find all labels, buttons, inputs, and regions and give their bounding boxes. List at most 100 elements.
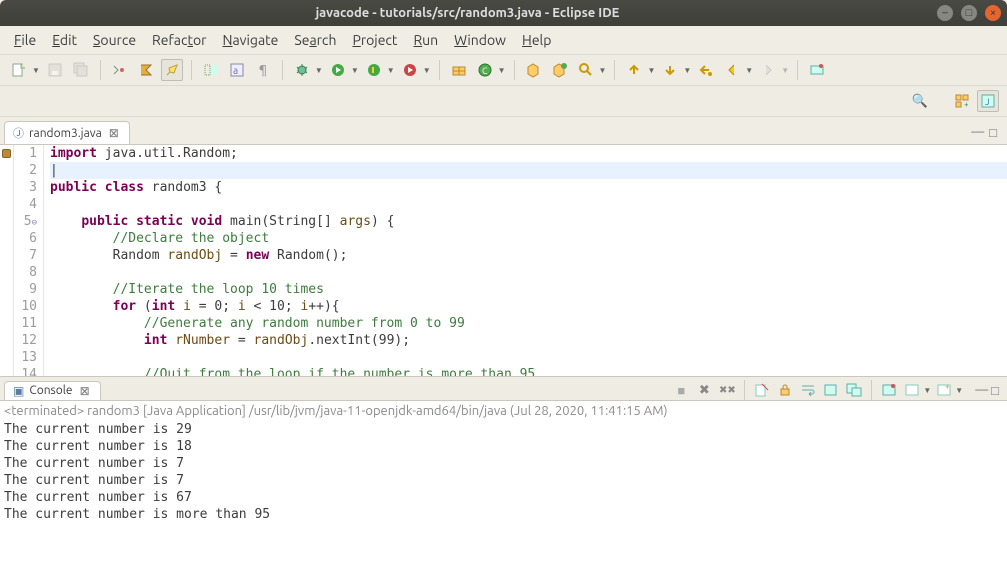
java-perspective-button[interactable]: J: [977, 90, 999, 112]
separator-icon: [514, 60, 515, 80]
open-console-button[interactable]: [879, 380, 899, 400]
open-task-button[interactable]: [549, 59, 571, 81]
search-access-button[interactable]: 🔍: [909, 90, 931, 112]
open-type-button[interactable]: [523, 59, 545, 81]
search-icon: 🔍: [912, 94, 928, 109]
console-line: The current number is 18: [4, 438, 1003, 455]
code-line[interactable]: |: [50, 162, 1007, 179]
toggle-highlight-button[interactable]: [161, 59, 183, 81]
code-line[interactable]: //Generate any random number from 0 to 9…: [50, 315, 1007, 332]
dropdown-icon[interactable]: ▼: [647, 66, 655, 75]
code-line[interactable]: //Iterate the loop 10 times: [50, 281, 1007, 298]
minimize-view-button[interactable]: —: [975, 383, 988, 397]
clear-console-button[interactable]: [752, 380, 772, 400]
open-perspective-button[interactable]: +: [951, 90, 973, 112]
save-all-button[interactable]: [70, 59, 92, 81]
menu-help[interactable]: Help: [516, 30, 557, 50]
editor-tab[interactable]: Ⓙ random3.java ⊠: [4, 121, 130, 144]
dropdown-icon[interactable]: ▼: [498, 66, 506, 75]
next-annotation-button[interactable]: [659, 59, 681, 81]
remove-all-button[interactable]: ✖✖: [717, 380, 737, 400]
dropdown-icon[interactable]: ▼: [351, 66, 359, 75]
prev-annotation-button[interactable]: [623, 59, 645, 81]
last-edit-button[interactable]: [695, 59, 717, 81]
close-tab-button[interactable]: ⊠: [107, 126, 121, 140]
run-last-button[interactable]: [399, 59, 421, 81]
back-button[interactable]: [721, 59, 743, 81]
debug-button[interactable]: [291, 59, 313, 81]
remove-launch-button[interactable]: ✖: [694, 380, 714, 400]
show-whitespace-button[interactable]: a: [226, 59, 248, 81]
dropdown-icon[interactable]: ▼: [32, 66, 40, 75]
run-button[interactable]: [327, 59, 349, 81]
code-line[interactable]: //Declare the object: [50, 230, 1007, 247]
code-line[interactable]: Random randObj = new Random();: [50, 247, 1007, 264]
menu-search[interactable]: Search: [288, 30, 342, 50]
code-editor[interactable]: 12345⊖67891011121314 import java.util.Ra…: [0, 145, 1007, 377]
menu-window[interactable]: Window: [448, 30, 512, 50]
dropdown-icon[interactable]: ▼: [599, 66, 607, 75]
close-tab-button[interactable]: ⊠: [78, 384, 92, 398]
maximize-view-button[interactable]: □: [989, 125, 997, 140]
svg-text:J: J: [985, 97, 989, 107]
menu-file[interactable]: File: [8, 30, 42, 50]
terminate-button[interactable]: ■: [671, 380, 691, 400]
show-console-button[interactable]: [844, 380, 864, 400]
code-line[interactable]: import java.util.Random;: [50, 145, 1007, 162]
window-maximize-button[interactable]: □: [961, 5, 977, 21]
code-line[interactable]: [50, 196, 1007, 213]
dropdown-icon[interactable]: ▼: [745, 66, 753, 75]
coverage-button[interactable]: [363, 59, 385, 81]
maximize-view-button[interactable]: □: [991, 383, 999, 398]
save-button[interactable]: [44, 59, 66, 81]
pin-console-button[interactable]: [821, 380, 841, 400]
menu-run[interactable]: Run: [407, 30, 444, 50]
editor-tabstrip: Ⓙ random3.java ⊠ — □: [0, 117, 1007, 145]
pilcrow-button[interactable]: ¶: [252, 59, 274, 81]
dropdown-icon[interactable]: ▼: [387, 66, 395, 75]
dropdown-icon[interactable]: ▼: [955, 386, 963, 395]
console-tabstrip: ▣ Console ⊠ ■ ✖ ✖✖ ▼ + ▼ — □: [0, 377, 1007, 401]
word-wrap-button[interactable]: [798, 380, 818, 400]
code-line[interactable]: public static void main(String[] args) {: [50, 213, 1007, 230]
console-output[interactable]: <terminated> random3 [Java Application] …: [0, 401, 1007, 579]
line-number-gutter: 12345⊖67891011121314: [14, 145, 44, 376]
new-button[interactable]: [8, 59, 30, 81]
code-line[interactable]: int rNumber = randObj.nextInt(99);: [50, 332, 1007, 349]
block-select-button[interactable]: [200, 59, 222, 81]
toggle-mark-button[interactable]: [135, 59, 157, 81]
search-button[interactable]: [575, 59, 597, 81]
window-close-button[interactable]: ×: [985, 5, 1001, 21]
code-line[interactable]: public class random3 {: [50, 179, 1007, 196]
minimize-view-button[interactable]: —: [971, 125, 984, 140]
scroll-lock-button[interactable]: [775, 380, 795, 400]
dropdown-icon[interactable]: ▼: [315, 66, 323, 75]
new-console-button[interactable]: +: [934, 380, 954, 400]
console-tab[interactable]: ▣ Console ⊠: [4, 381, 101, 400]
dropdown-icon[interactable]: ▼: [923, 386, 931, 395]
code-area[interactable]: import java.util.Random;|public class ra…: [44, 145, 1007, 376]
toggle-breadcrumb-button[interactable]: [109, 59, 131, 81]
new-package-button[interactable]: [448, 59, 470, 81]
forward-button[interactable]: [757, 59, 779, 81]
dropdown-icon[interactable]: ▼: [683, 66, 691, 75]
pin-editor-button[interactable]: [806, 59, 828, 81]
code-line[interactable]: [50, 349, 1007, 366]
editor-tab-label: random3.java: [29, 127, 102, 140]
menu-project[interactable]: Project: [346, 30, 403, 50]
menu-edit[interactable]: Edit: [46, 30, 83, 50]
svg-text:+: +: [945, 382, 950, 391]
display-console-button[interactable]: [902, 380, 922, 400]
menu-refactor[interactable]: Refactor: [146, 30, 212, 50]
dropdown-icon[interactable]: ▼: [423, 66, 431, 75]
new-class-button[interactable]: C: [474, 59, 496, 81]
dropdown-icon[interactable]: ▼: [781, 66, 789, 75]
menu-source[interactable]: Source: [87, 30, 142, 50]
window-minimize-button[interactable]: –: [937, 5, 953, 21]
separator-icon: [744, 380, 745, 400]
code-line[interactable]: for (int i = 0; i < 10; i++){: [50, 298, 1007, 315]
code-line[interactable]: //Quit from the loop if the number is mo…: [50, 366, 1007, 377]
separator-icon: [614, 60, 615, 80]
code-line[interactable]: [50, 264, 1007, 281]
menu-navigate[interactable]: Navigate: [216, 30, 284, 50]
